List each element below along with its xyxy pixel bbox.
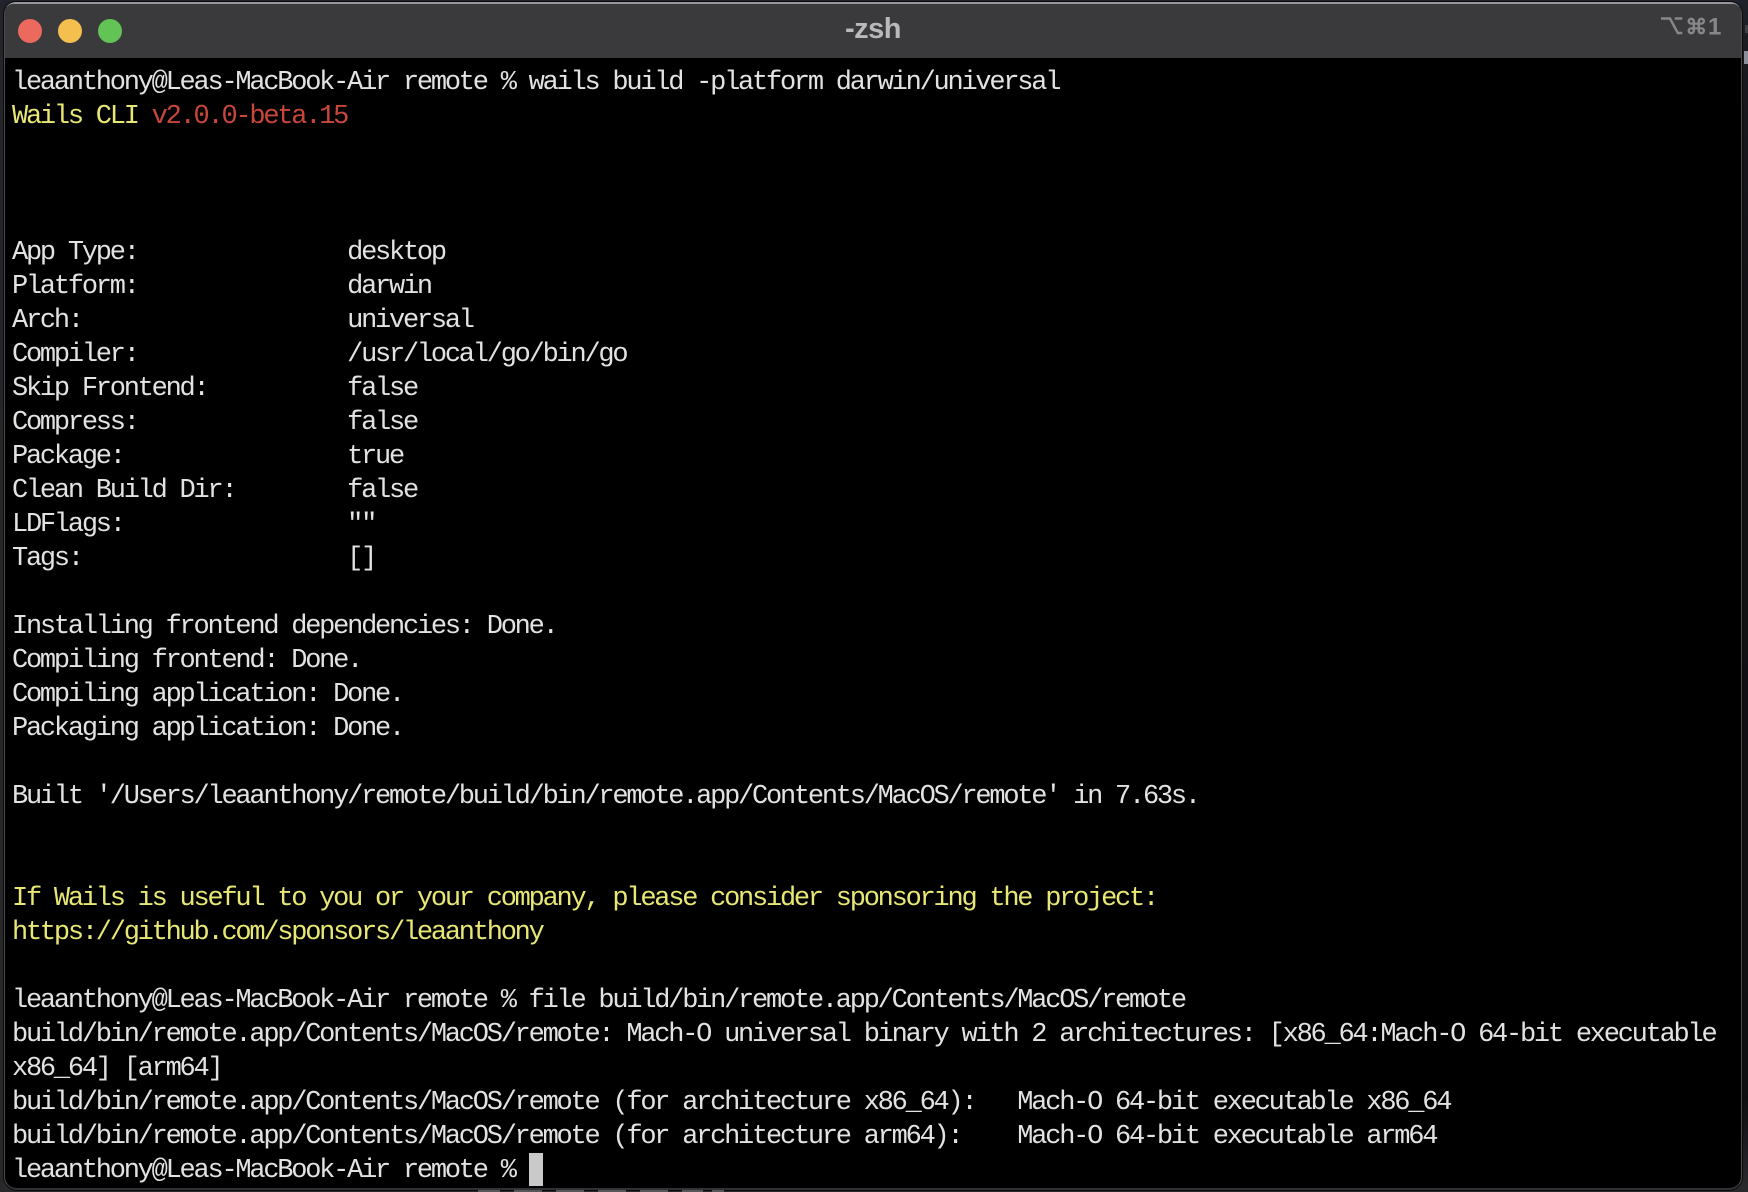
svg-text:1: 1 (1708, 17, 1721, 41)
